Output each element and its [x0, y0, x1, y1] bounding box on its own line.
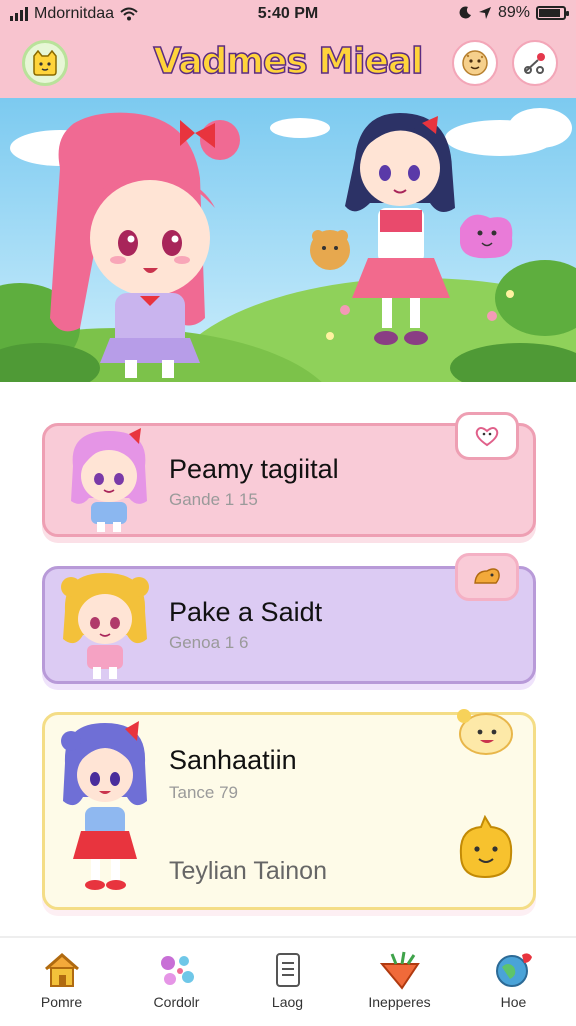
location-icon — [478, 7, 491, 19]
hero-banner — [0, 98, 576, 382]
globe-icon — [495, 953, 532, 987]
cookie-face-icon — [462, 50, 488, 76]
status-bar: Mdornitdaa 5:40 PM 89% — [0, 0, 576, 30]
card-subtitle: Tance 79 — [169, 783, 238, 802]
nav-label: Pomre — [40, 994, 83, 1010]
card-title: Pake a Saidt — [169, 597, 323, 627]
nav-label: Hoe — [500, 994, 527, 1010]
blue-hair-chibi-avatar — [61, 721, 147, 890]
bottom-nav: Pomre Cordolr Laog Inepperes Hoe — [0, 936, 576, 1026]
nav-label: Cordolr — [153, 994, 200, 1010]
home-icon — [44, 953, 79, 987]
document-icon — [275, 953, 300, 987]
bubbles-icon — [160, 956, 194, 985]
nav-log[interactable]: Laog — [230, 938, 345, 1026]
card-badge[interactable] — [455, 412, 519, 460]
pink-chibi-avatar — [71, 428, 147, 532]
orange-creature-icon — [459, 815, 513, 879]
settings-toggle-icon — [524, 53, 545, 74]
characters-meadow-illustration — [0, 98, 576, 382]
list-card[interactable]: Peamy tagiital Gande 1 15 — [42, 412, 536, 537]
moon-icon — [459, 6, 471, 19]
nav-inspire[interactable]: Inepperes — [342, 938, 457, 1026]
card-title: Peamy tagiital — [169, 454, 339, 484]
list-card[interactable]: Pake a Saidt Genoa 1 6 — [42, 553, 536, 684]
battery-percent: 89% — [497, 4, 530, 21]
list-card[interactable]: Sanhaatiin Tance 79 Teylian Tainon — [42, 709, 536, 910]
card-badge[interactable] — [455, 553, 519, 601]
profile-button[interactable] — [452, 40, 498, 86]
card-subtitle: Gande 1 15 — [169, 490, 258, 509]
nav-profile[interactable]: Hoe — [456, 938, 571, 1026]
nav-home[interactable]: Pomre — [4, 938, 119, 1026]
carrot-icon — [379, 951, 420, 990]
settings-button[interactable] — [512, 40, 558, 86]
nav-label: Inepperes — [368, 994, 431, 1010]
card-badge[interactable] — [453, 705, 515, 757]
dino-icon — [474, 568, 500, 584]
heart-bubble-icon — [475, 427, 499, 447]
card-subtitle: Genoa 1 6 — [169, 633, 249, 652]
card-extra-label: Teylian Tainon — [169, 857, 327, 885]
smile-icon — [457, 709, 513, 755]
nav-chat[interactable]: Cordolr — [119, 938, 234, 1026]
nav-label: Laog — [271, 994, 304, 1010]
battery-icon — [536, 6, 569, 20]
app-header: Vadmes Mieal — [0, 30, 576, 98]
card-title: Sanhaatiin — [169, 745, 297, 775]
blonde-chibi-avatar — [61, 573, 149, 679]
